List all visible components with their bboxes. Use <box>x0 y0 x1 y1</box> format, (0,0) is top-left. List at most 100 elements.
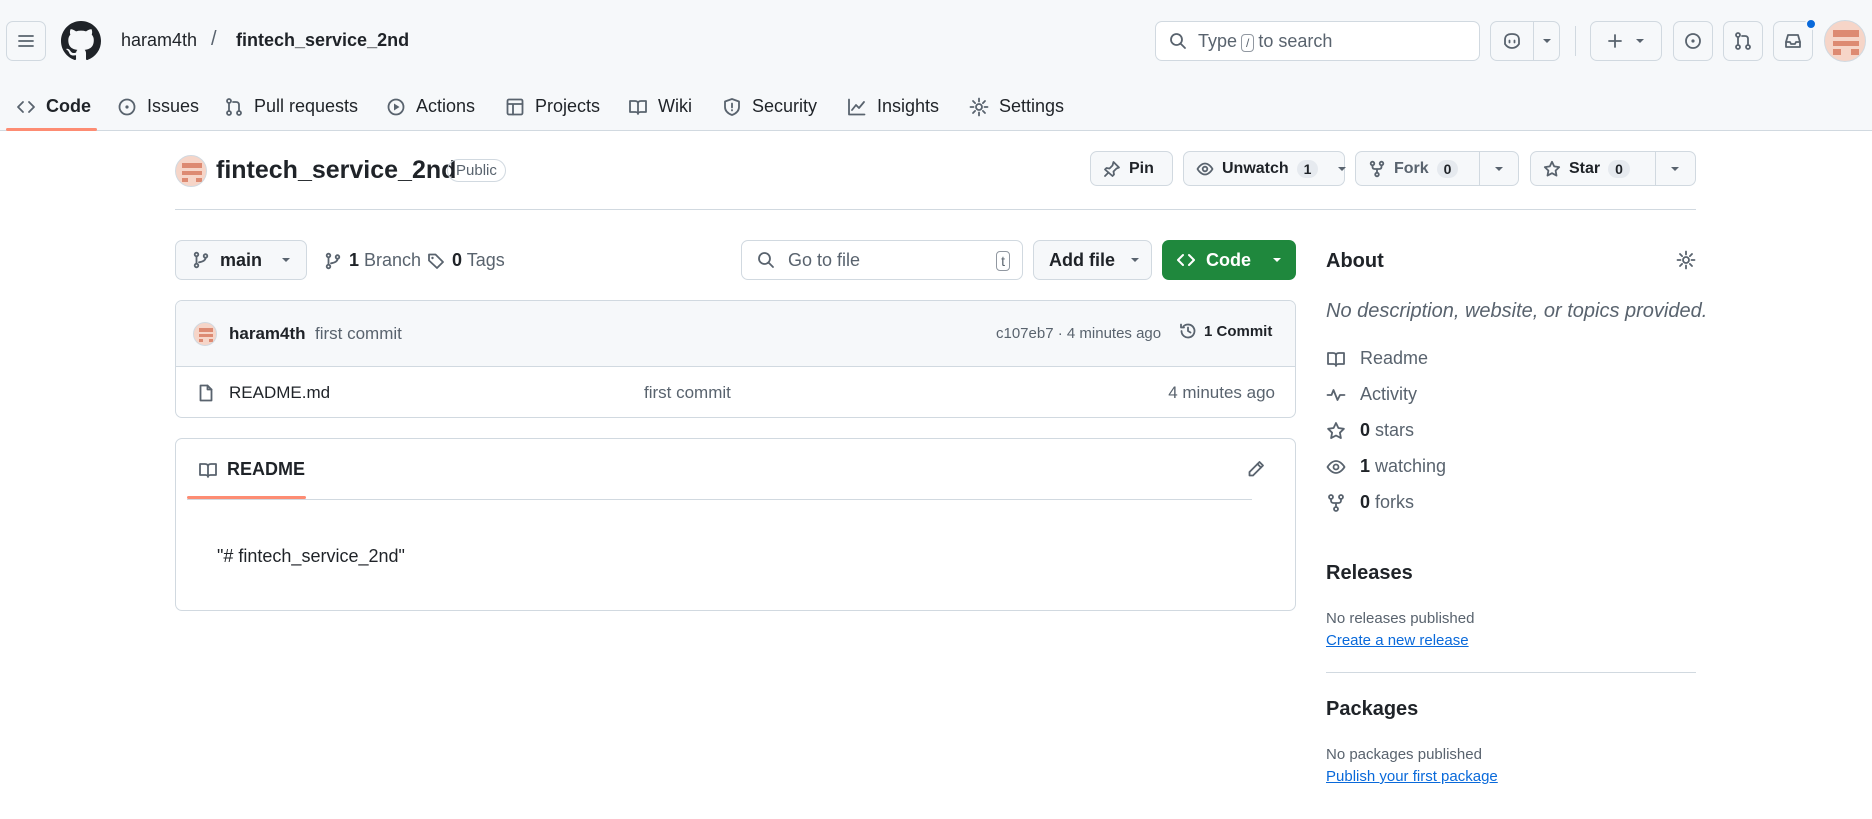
eye-icon <box>1196 162 1214 175</box>
unwatch-button[interactable]: Unwatch 1 <box>1183 151 1347 186</box>
create-release-link[interactable]: Create a new release <box>1326 632 1469 649</box>
play-icon <box>387 98 405 115</box>
readme-content: "# fintech_service_2nd" <box>217 546 405 566</box>
code-icon <box>17 100 35 113</box>
tab-pull-requests[interactable]: Pull requests <box>224 82 358 131</box>
breadcrumb-owner[interactable]: haram4th <box>121 30 197 51</box>
tab-wiki[interactable]: Wiki <box>628 82 692 131</box>
add-file-button[interactable]: Add file <box>1033 240 1152 280</box>
pencil-icon[interactable] <box>1246 459 1266 479</box>
branch-selector[interactable]: main <box>175 240 307 280</box>
shield-icon <box>724 97 740 116</box>
fork-icon <box>1328 493 1344 512</box>
chevron-down-icon <box>1671 166 1679 171</box>
breadcrumb-separator: / <box>211 28 217 50</box>
repo-title[interactable]: fintech_service_2nd <box>216 156 456 185</box>
search-icon <box>758 252 774 268</box>
issues-shortcut-button[interactable] <box>1673 21 1713 61</box>
readme-tab-label: README <box>227 459 306 479</box>
tab-projects-label: Projects <box>535 96 601 116</box>
tab-code[interactable]: Code <box>16 82 91 131</box>
tab-settings[interactable]: Settings <box>969 82 1064 131</box>
tab-security[interactable]: Security <box>722 82 817 131</box>
pin-button[interactable]: Pin <box>1090 151 1173 186</box>
gear-icon <box>969 97 989 116</box>
visibility-badge: Public <box>447 159 506 182</box>
releases-empty-text: No releases published <box>1326 610 1475 627</box>
about-readme-label: Readme <box>1360 348 1429 368</box>
readme-tab[interactable]: README <box>198 459 305 480</box>
repo-owner-avatar[interactable] <box>175 155 207 187</box>
pull-requests-shortcut-button[interactable] <box>1723 21 1763 61</box>
active-tab-indicator <box>6 128 97 131</box>
code-button[interactable]: Code <box>1162 240 1296 280</box>
file-commit-message[interactable]: first commit <box>644 383 731 403</box>
hamburger-icon <box>18 35 34 47</box>
copilot-button[interactable] <box>1490 21 1560 61</box>
branches-label: Branch <box>364 250 422 270</box>
go-to-file-input[interactable]: Go to file t <box>741 240 1023 280</box>
branch-icon <box>193 251 209 269</box>
tab-pull-requests-label: Pull requests <box>254 96 359 116</box>
watch-count: 1 <box>1296 159 1319 178</box>
readme-header: README <box>176 439 1295 500</box>
about-title: About <box>1326 250 1384 272</box>
file-browser: haram4th first commit c107eb7 · 4 minute… <box>175 300 1296 418</box>
tab-settings-label: Settings <box>999 96 1065 116</box>
menu-button[interactable] <box>6 21 46 61</box>
tab-actions[interactable]: Actions <box>386 82 475 131</box>
watching-label: watching <box>1375 456 1447 476</box>
about-readme-link[interactable]: Readme <box>1326 348 1428 369</box>
repo-nav-tabs: Code Issues Pull requests Actions Projec… <box>0 82 1872 131</box>
issue-icon <box>118 98 136 115</box>
inbox-icon <box>1785 34 1801 48</box>
tags-count: 0 <box>452 250 463 270</box>
file-row[interactable]: README.md first commit 4 minutes ago <box>176 367 1295 417</box>
graph-icon <box>848 98 866 115</box>
search-icon <box>1170 33 1186 49</box>
about-activity-link[interactable]: Activity <box>1326 384 1417 405</box>
chevron-down-icon <box>1338 166 1347 171</box>
user-avatar[interactable] <box>1824 20 1866 62</box>
tab-projects[interactable]: Projects <box>505 82 600 131</box>
chevron-down-icon <box>1542 39 1551 43</box>
go-to-file-placeholder: Go to file <box>788 249 861 270</box>
create-new-button[interactable] <box>1590 21 1662 61</box>
book-icon <box>1327 351 1345 367</box>
code-button-label: Code <box>1206 249 1251 270</box>
commit-hash-time[interactable]: c107eb7 · 4 minutes ago <box>996 325 1161 342</box>
releases-title[interactable]: Releases <box>1326 562 1413 585</box>
tab-issues[interactable]: Issues <box>117 82 199 131</box>
forks-label: forks <box>1375 492 1415 512</box>
stars-label: stars <box>1375 420 1415 440</box>
tab-insights-label: Insights <box>877 96 940 116</box>
tags-link[interactable]: 0 Tags <box>427 250 505 271</box>
file-name[interactable]: README.md <box>229 383 330 403</box>
book-icon <box>629 99 647 115</box>
about-stars-link[interactable]: 0 stars <box>1326 420 1414 441</box>
commit-author-avatar[interactable] <box>193 322 217 346</box>
go-to-file-shortcut: t <box>996 251 1010 271</box>
commit-message[interactable]: first commit <box>315 324 402 344</box>
tab-insights[interactable]: Insights <box>847 82 939 131</box>
github-logo-icon[interactable] <box>61 21 101 61</box>
file-commit-time: 4 minutes ago <box>1168 383 1275 402</box>
branches-link[interactable]: 1 Branch <box>324 250 421 271</box>
packages-title[interactable]: Packages <box>1326 698 1418 721</box>
about-watching-link[interactable]: 1 watching <box>1326 456 1446 477</box>
book-icon <box>199 462 217 478</box>
readme-panel: README "# fintech_service_2nd" <box>175 438 1296 611</box>
gear-icon[interactable] <box>1676 250 1696 270</box>
commit-author[interactable]: haram4th <box>229 324 306 344</box>
about-forks-link[interactable]: 0 forks <box>1326 492 1414 513</box>
star-button[interactable]: Star 0 <box>1530 151 1696 186</box>
latest-commit-row: haram4th first commit c107eb7 · 4 minute… <box>176 301 1295 367</box>
avatar-identicon-icon <box>182 163 202 182</box>
issue-icon <box>1685 33 1701 49</box>
publish-package-link[interactable]: Publish your first package <box>1326 768 1498 785</box>
commits-link[interactable]: 1 Commit <box>1179 322 1272 340</box>
search-input[interactable]: Type / to search <box>1155 21 1480 61</box>
tab-code-label: Code <box>46 96 91 116</box>
fork-button[interactable]: Fork 0 <box>1355 151 1519 186</box>
breadcrumb-repo[interactable]: fintech_service_2nd <box>236 30 409 51</box>
